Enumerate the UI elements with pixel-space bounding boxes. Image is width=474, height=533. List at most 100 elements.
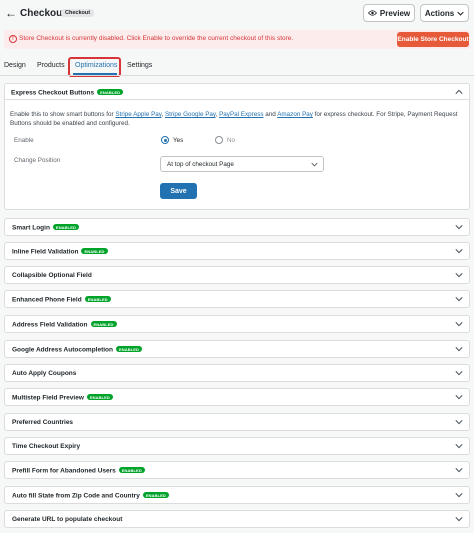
enabled-badge: ENABLED bbox=[118, 467, 145, 473]
section-row[interactable]: Auto fill State from Zip Code and Countr… bbox=[4, 486, 470, 504]
section-title: Enhanced Phone Field ENABLED bbox=[12, 296, 111, 304]
chevron-down-icon[interactable] bbox=[455, 223, 463, 231]
alert-message: Store Checkout is currently disabled. Cl… bbox=[19, 35, 294, 42]
tab-bar: Design Products Optimizations Settings bbox=[0, 57, 474, 77]
save-button[interactable]: Save bbox=[160, 183, 197, 199]
chevron-down-icon[interactable] bbox=[455, 515, 463, 523]
tab-products[interactable]: Products bbox=[37, 62, 65, 69]
stripe-apple-pay-link[interactable]: Stripe Apple Pay bbox=[115, 111, 161, 118]
tab-design[interactable]: Design bbox=[4, 62, 26, 69]
checkout-disabled-alert: ! Store Checkout is currently disabled. … bbox=[4, 30, 470, 49]
chevron-down-icon[interactable] bbox=[455, 271, 463, 279]
enabled-badge: ENABLED bbox=[86, 394, 113, 400]
chevron-up-icon[interactable] bbox=[455, 88, 463, 96]
section-title-text: Inline Field Validation bbox=[12, 248, 79, 256]
section-row[interactable]: Smart Login ENABLED bbox=[4, 218, 470, 236]
section-title: Generate URL to populate checkout bbox=[12, 516, 122, 523]
express-checkout-panel: Express Checkout Buttons ENABLED bbox=[4, 83, 470, 210]
tab-settings[interactable]: Settings bbox=[127, 62, 152, 69]
chevron-down-icon[interactable] bbox=[455, 393, 463, 401]
position-select-value: At top of checkout Page bbox=[167, 161, 234, 168]
section-row[interactable]: Multistep Field Preview ENABLED bbox=[4, 388, 470, 406]
section-title-text: Auto fill State from Zip Code and Countr… bbox=[12, 492, 140, 500]
enable-label: Enable bbox=[14, 137, 34, 144]
section-title: Smart Login ENABLED bbox=[12, 224, 79, 232]
radio-yes[interactable] bbox=[161, 136, 169, 144]
enabled-badge: ENABLED bbox=[116, 346, 143, 352]
radio-no[interactable] bbox=[215, 136, 223, 144]
page-type-badge: Checkout bbox=[61, 9, 95, 17]
stripe-google-pay-link[interactable]: Stripe Google Pay bbox=[165, 111, 216, 118]
enabled-badge: ENABLED bbox=[81, 248, 108, 254]
enabled-badge: ENABLED bbox=[142, 492, 169, 498]
enabled-badge: ENABLED bbox=[84, 296, 111, 302]
radio-no-label: No bbox=[227, 137, 236, 144]
enabled-badge: ENABLED bbox=[97, 89, 124, 95]
chevron-down-icon bbox=[457, 11, 464, 16]
change-position-label: Change Position bbox=[14, 157, 61, 164]
section-row[interactable]: Enhanced Phone Field ENABLED bbox=[4, 290, 470, 308]
section-row[interactable]: Address Field Validation ENABLED bbox=[4, 315, 470, 333]
enabled-badge: ENABLED bbox=[90, 321, 117, 327]
enabled-badge: ENABLED bbox=[52, 224, 79, 230]
desc-sep: and bbox=[263, 111, 278, 118]
section-title: Collapsible Optional Field bbox=[12, 272, 92, 279]
page-header: ← Checkout Checkout Preview Actions bbox=[0, 0, 474, 26]
section-title-text: Google Address Autocompletion bbox=[12, 346, 113, 354]
section-title: Prefill Form for Abandoned Users ENABLED bbox=[12, 467, 145, 475]
section-row[interactable]: Generate URL to populate checkout bbox=[4, 510, 470, 528]
chevron-down-icon[interactable] bbox=[455, 418, 463, 426]
section-title: Inline Field Validation ENABLED bbox=[12, 248, 108, 256]
section-title-text: Collapsible Optional Field bbox=[12, 272, 92, 279]
preview-button[interactable]: Preview bbox=[363, 4, 415, 22]
express-checkout-title: Express Checkout Buttons ENABLED bbox=[11, 89, 124, 97]
section-row[interactable]: Collapsible Optional Field bbox=[4, 266, 470, 284]
info-icon: ! bbox=[9, 35, 17, 43]
back-arrow-icon[interactable]: ← bbox=[5, 6, 17, 20]
section-row[interactable]: Time Checkout Expiry bbox=[4, 437, 470, 455]
section-title-text: Prefill Form for Abandoned Users bbox=[12, 467, 116, 475]
section-title-text: Generate URL to populate checkout bbox=[12, 516, 123, 523]
section-row[interactable]: Inline Field Validation ENABLED bbox=[4, 242, 470, 260]
chevron-down-icon[interactable] bbox=[455, 491, 463, 499]
section-title: Address Field Validation ENABLED bbox=[12, 321, 117, 329]
chevron-down-icon[interactable] bbox=[455, 466, 463, 474]
actions-button[interactable]: Actions bbox=[420, 4, 469, 22]
desc-text: Enable this to show smart buttons for bbox=[10, 111, 116, 118]
tab-highlight-box bbox=[68, 57, 121, 77]
section-title: Multistep Field Preview ENABLED bbox=[12, 394, 113, 402]
section-title-text: Address Field Validation bbox=[12, 321, 88, 329]
tabs-divider bbox=[0, 75, 474, 76]
chevron-down-icon[interactable] bbox=[455, 369, 463, 377]
section-title-text: Multistep Field Preview bbox=[12, 394, 84, 402]
section-title-text: Time Checkout Expiry bbox=[12, 443, 81, 450]
actions-label: Actions bbox=[424, 8, 455, 18]
radio-yes-label: Yes bbox=[173, 137, 184, 144]
express-checkout-title-text: Express Checkout Buttons bbox=[11, 89, 95, 97]
enable-store-checkout-button[interactable]: Enable Store Checkout bbox=[397, 32, 469, 47]
express-checkout-header[interactable]: Express Checkout Buttons ENABLED bbox=[5, 84, 469, 100]
chevron-down-icon[interactable] bbox=[455, 442, 463, 450]
chevron-down-icon[interactable] bbox=[455, 247, 463, 255]
eye-icon bbox=[367, 10, 377, 16]
section-title: Auto fill State from Zip Code and Countr… bbox=[12, 492, 169, 500]
chevron-down-icon[interactable] bbox=[455, 295, 463, 303]
section-title: Auto Apply Coupons bbox=[12, 370, 76, 377]
section-title-text: Auto Apply Coupons bbox=[12, 370, 77, 377]
section-title: Google Address Autocompletion ENABLED bbox=[12, 346, 143, 354]
section-row[interactable]: Prefill Form for Abandoned Users ENABLED bbox=[4, 461, 470, 479]
position-select[interactable]: At top of checkout Page bbox=[160, 156, 324, 172]
chevron-down-icon[interactable] bbox=[455, 345, 463, 353]
section-title: Preferred Countries bbox=[12, 419, 73, 426]
page-title: Checkout bbox=[20, 8, 66, 19]
section-row[interactable]: Google Address Autocompletion ENABLED bbox=[4, 340, 470, 358]
section-row[interactable]: Preferred Countries bbox=[4, 413, 470, 431]
section-row[interactable]: Auto Apply Coupons bbox=[4, 364, 470, 382]
paypal-express-link[interactable]: PayPal Express bbox=[219, 111, 263, 118]
chevron-down-icon[interactable] bbox=[455, 320, 463, 328]
chevron-down-icon bbox=[311, 162, 318, 167]
section-title-text: Preferred Countries bbox=[12, 419, 74, 426]
section-title-text: Smart Login bbox=[12, 224, 50, 232]
amazon-pay-link[interactable]: Amazon Pay bbox=[277, 111, 313, 118]
preview-label: Preview bbox=[379, 8, 411, 18]
